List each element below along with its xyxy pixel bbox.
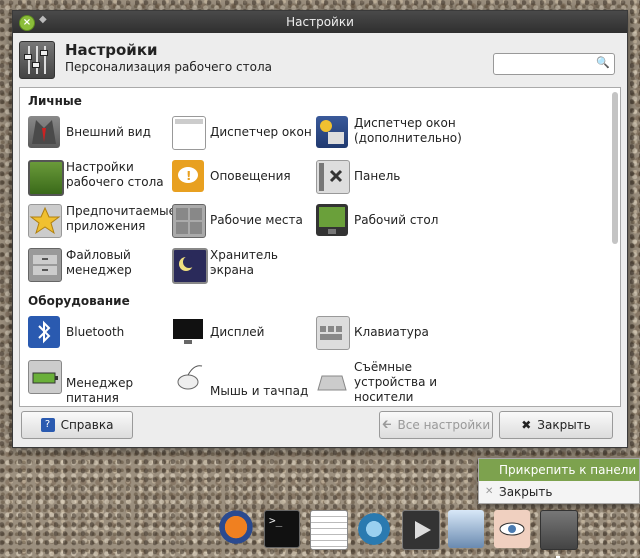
item-label: Дисплей [210,325,265,339]
close-label: Закрыть [537,418,591,432]
item-label: Панель [354,169,401,183]
installer-icon[interactable] [356,510,392,548]
screensaver-icon [172,248,208,284]
keyboard-icon [316,316,350,350]
item-display[interactable]: Дисплей [172,316,312,354]
menu-item-pin[interactable]: Прикрепить к панели [479,459,639,481]
button-bar: ? Справка 🡰 Все настройки ✖ Закрыть [13,405,627,447]
header: Настройки Персонализация рабочего стола … [13,33,627,87]
close-icon: ✖ [521,418,532,432]
page-title: Настройки [65,41,158,59]
item-bluetooth[interactable]: Bluetooth [28,316,168,354]
search-icon[interactable]: 🔍 [596,56,610,69]
item-window-manager-tweaks[interactable]: Диспетчер окон (дополнительно) [316,116,462,154]
window-manager-icon [172,116,206,150]
desktop-settings-icon [28,160,64,196]
help-label: Справка [60,418,114,432]
settings-list: Личные Внешний вид Диспетчер окон Диспет… [19,87,621,407]
item-label: Клавиатура [354,325,429,339]
item-preferred-apps[interactable]: Предпочитаемые приложения [28,204,176,242]
close-button[interactable]: ✖ Закрыть [499,411,613,439]
item-label: Диспетчер окон [210,125,312,139]
desktop-icon [316,204,348,236]
item-label: Файловый менеджер [66,248,132,277]
file-manager-icon [28,248,62,282]
svg-text:!: ! [186,169,191,183]
item-label: Менеджер питания [66,376,134,405]
page-subtitle: Персонализация рабочего стола [65,60,272,74]
settings-icon[interactable] [540,510,578,550]
item-label: Настройки рабочего стола [66,160,164,189]
dock: >_ [214,510,586,558]
panel-icon [316,160,350,194]
arrow-left-icon: 🡰 [381,416,392,431]
item-notifications[interactable]: ! Оповещения [172,160,312,198]
text-editor-icon[interactable] [310,510,348,550]
mouse-touchpad-icon [172,360,204,392]
item-label: Рабочий стол [354,213,439,227]
all-settings-label: Все настройки [397,418,491,432]
scrollbar-thumb[interactable] [612,92,618,244]
display-icon [172,316,204,348]
item-label: Предпочитаемые приложения [66,204,177,233]
item-label: Рабочие места [210,213,303,227]
eye-icon[interactable] [494,510,530,548]
context-menu: Прикрепить к панели ✕ Закрыть [478,458,640,504]
item-power-manager[interactable]: Менеджер питания [28,360,168,405]
section-personal: Личные [28,94,82,108]
item-removable-drives[interactable]: Съёмные устройства и носители [316,360,456,404]
item-mouse-touchpad[interactable]: Мышь и тачпад [172,360,312,398]
mail-icon[interactable] [448,510,484,548]
item-label: Мышь и тачпад [210,384,309,398]
item-keyboard[interactable]: Клавиатура [316,316,456,354]
item-desktop[interactable]: Рабочий стол [316,204,456,242]
settings-window: × ◆ Настройки Настройки Персонализация р… [12,10,628,448]
item-window-manager[interactable]: Диспетчер окон [172,116,312,154]
appearance-icon [28,116,60,148]
item-desktop-settings[interactable]: Настройки рабочего стола [28,160,168,198]
workspaces-icon [172,204,206,238]
section-hardware: Оборудование [28,294,130,308]
item-screensaver[interactable]: Хранитель экрана [172,248,312,286]
item-workspaces[interactable]: Рабочие места [172,204,312,242]
item-label: Съёмные устройства и носители [354,360,438,404]
item-appearance[interactable]: Внешний вид [28,116,168,154]
search-input[interactable]: 🔍 [493,53,615,75]
window-title: Настройки [286,15,354,29]
item-label: Хранитель экрана [210,248,278,277]
all-settings-button[interactable]: 🡰 Все настройки [379,411,493,439]
titlebar[interactable]: × ◆ Настройки [13,11,627,33]
window-manager-tweaks-icon [316,116,348,148]
menu-item-close[interactable]: Закрыть [479,481,639,503]
item-label: Bluetooth [66,325,125,339]
item-label: Оповещения [210,169,291,183]
help-icon: ? [40,418,55,432]
item-file-manager[interactable]: Файловый менеджер [28,248,168,286]
bluetooth-icon [28,316,60,348]
item-label: Внешний вид [66,125,151,139]
notifications-icon: ! [172,160,204,192]
preferred-apps-icon [28,204,62,238]
item-label: Диспетчер окон (дополнительно) [354,116,462,145]
item-panel[interactable]: Панель [316,160,456,198]
settings-mixer-icon [19,41,55,79]
removable-drives-icon [316,360,348,392]
power-manager-icon [28,360,62,394]
media-player-icon[interactable] [402,510,440,550]
firefox-icon[interactable] [218,510,254,548]
help-button[interactable]: ? Справка [21,411,133,439]
terminal-icon[interactable]: >_ [264,510,300,548]
